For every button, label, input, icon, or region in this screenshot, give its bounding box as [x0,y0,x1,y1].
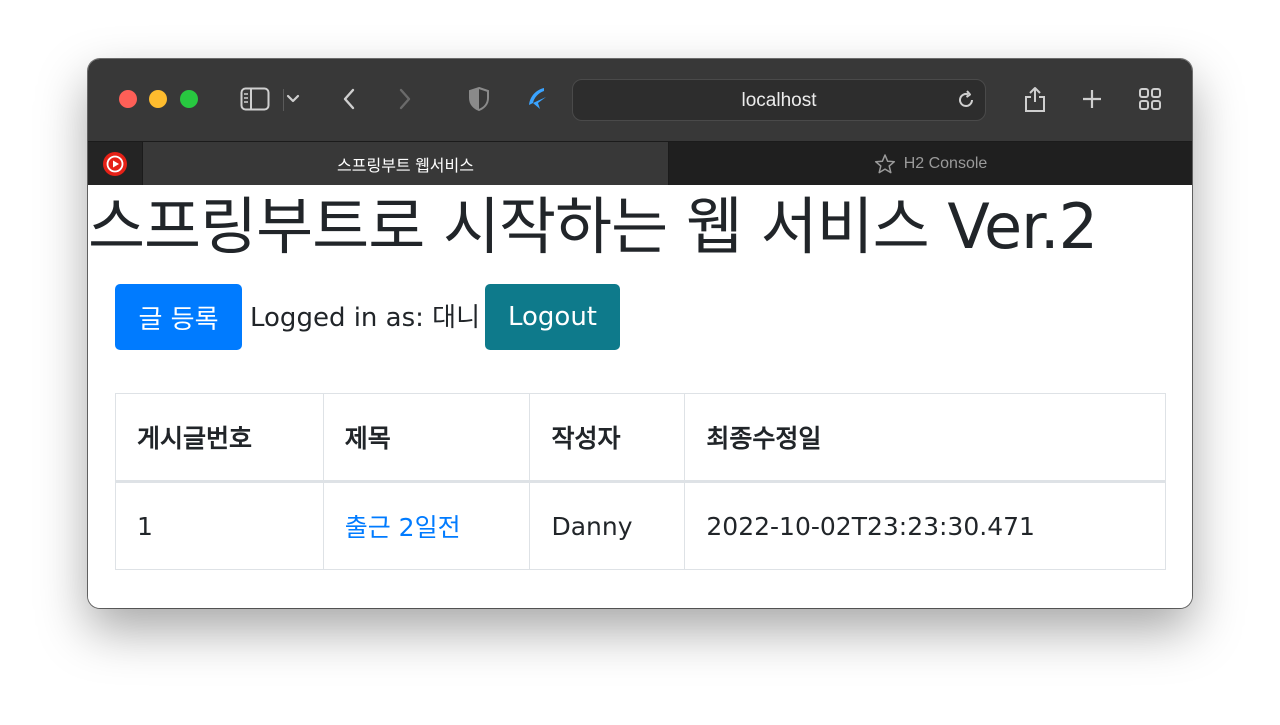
back-icon[interactable] [332,82,366,116]
extension-icon[interactable] [520,82,554,116]
new-tab-icon[interactable] [1075,82,1109,116]
share-icon[interactable] [1018,82,1052,116]
post-author: Danny [529,481,686,570]
pinned-tab-youtube[interactable] [88,142,143,186]
tab-label: 스프링부트 웹서비스 [337,158,474,175]
tab-h2-console[interactable]: H2 Console [669,142,1192,186]
youtube-icon [103,152,127,176]
post-title-link[interactable]: 출근 2일전 [345,513,461,542]
post-id: 1 [115,481,324,570]
tab-label: H2 Console [903,155,988,172]
browser-toolbar: localhost [88,59,1192,141]
tab-springboot[interactable]: 스프링부트 웹서비스 [143,142,669,186]
table-header-row: 게시글번호 제목 작성자 최종수정일 [115,393,1166,483]
column-header-title: 제목 [322,393,531,483]
column-header-id: 게시글번호 [115,393,324,483]
tab-overview-icon[interactable] [1133,82,1167,116]
privacy-shield-icon[interactable] [462,82,496,116]
logout-button[interactable]: Logout [485,284,620,350]
column-header-author: 작성자 [529,393,686,483]
sidebar-toggle-icon[interactable] [238,82,272,116]
address-bar[interactable]: localhost [572,79,986,121]
posts-table: 게시글번호 제목 작성자 최종수정일 1 출근 2일전 Danny 2022-1… [115,393,1166,570]
forward-icon[interactable] [388,82,422,116]
page-title: 스프링부트로 시작하는 웹 서비스 Ver.2 [88,190,1098,263]
tab-bar: 스프링부트 웹서비스 H2 Console [88,141,1192,186]
logged-in-text: Logged in as: 대니 [250,303,481,333]
address-text: localhost [741,90,817,111]
register-post-button[interactable]: 글 등록 [115,284,242,350]
chevron-down-icon[interactable] [280,82,306,116]
reload-icon[interactable] [955,89,977,111]
zoom-window-button[interactable] [180,90,198,108]
post-title-cell: 출근 2일전 [322,481,531,570]
table-row: 1 출근 2일전 Danny 2022-10-02T23:23:30.471 [115,481,1166,570]
post-modified-date: 2022-10-02T23:23:30.471 [684,481,1166,570]
close-window-button[interactable] [119,90,137,108]
page-content: 스프링부트로 시작하는 웹 서비스 Ver.2 글 등록 Logged in a… [88,185,1192,608]
star-icon [874,154,895,174]
browser-window: localhost 스프링부트 웹서비스 H2 Console 스프링부트로 시… [88,59,1192,608]
minimize-window-button[interactable] [149,90,167,108]
column-header-modified: 최종수정일 [684,393,1166,483]
